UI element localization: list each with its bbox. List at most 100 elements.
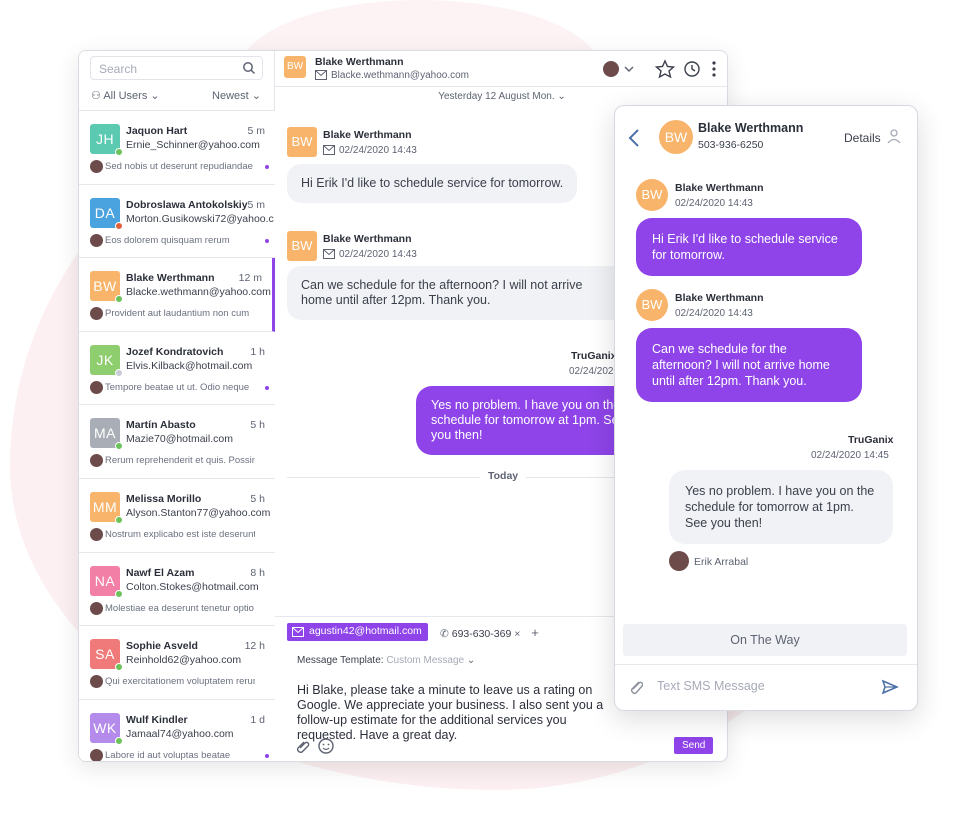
contact-email: Reinhold62@yahoo.com xyxy=(126,654,242,667)
avatar: JH xyxy=(90,124,123,156)
contact-time: 5 m xyxy=(247,125,265,137)
template-label: Message Template: xyxy=(297,655,384,666)
send-button[interactable]: Send xyxy=(674,737,714,754)
contact-list-item[interactable]: JK Jozef Kondratovich 1 h Elvis.Kilback@hot… xyxy=(79,331,275,406)
agent-mini-avatar xyxy=(90,454,103,468)
back-arrow-icon[interactable] xyxy=(627,128,641,148)
quick-reply-button[interactable]: On The Way xyxy=(623,624,907,656)
chevron-down-icon: ⌄ xyxy=(466,655,476,666)
avatar: JK xyxy=(90,344,123,377)
unread-indicator xyxy=(265,165,269,169)
details-link[interactable]: Details xyxy=(844,131,881,145)
agent-mini-avatar xyxy=(90,675,103,689)
contact-list-item[interactable]: MA Martín Abasto 5 h Mazie70@hotmail.com Rer… xyxy=(79,405,275,479)
status-indicator xyxy=(115,589,123,598)
contact-sidebar: Search ⚇ All Users ⌄ Newest ⌄ JH Jaquon H… xyxy=(79,51,275,761)
users-filter-dropdown[interactable]: ⚇ All Users ⌄ xyxy=(91,89,160,102)
contact-email: Elvis.Kilback@hotmail.com xyxy=(126,359,253,372)
message-time: 02/24/2020 14:43 xyxy=(339,249,417,260)
search-placeholder: Search xyxy=(99,62,138,76)
message-bubble: Can we schedule for the afternoon? I wil… xyxy=(636,328,862,402)
template-value: Custom Message xyxy=(386,655,465,666)
attachment-icon[interactable] xyxy=(297,741,310,753)
date-divider[interactable]: Yesterday 12 August Mon. ⌄ xyxy=(275,91,727,102)
avatar: BW xyxy=(287,231,317,261)
contact-list-item[interactable]: WK Wulf Kindler 1 d Jamaal74@yahoo.com Labor… xyxy=(79,699,275,761)
avatar: BW xyxy=(636,289,668,321)
contact-list-item[interactable]: BW Blake Werthmann 12 m Blacke.wethmann@yah… xyxy=(79,258,275,332)
agent-mini-avatar xyxy=(90,380,103,394)
date-divider-label: Yesterday 12 August Mon. xyxy=(438,91,555,102)
sms-input[interactable]: Text SMS Message xyxy=(657,679,765,693)
reply-time: 02/24/2020 xyxy=(569,366,620,377)
divider xyxy=(615,664,917,665)
reply-time: 02/24/2020 14:45 xyxy=(811,450,889,461)
contact-name: Nawf El Azam xyxy=(126,566,195,579)
user-icon: ⚇ xyxy=(91,90,101,102)
sort-dropdown[interactable]: Newest ⌄ xyxy=(212,89,261,102)
message-sender: Blake Werthmann xyxy=(323,129,412,141)
agent-mini-avatar xyxy=(90,160,103,173)
mobile-sms-panel: BW Blake Werthmann 503-936-6250 Details … xyxy=(614,105,918,711)
agent-mini-avatar xyxy=(90,748,103,761)
email-recipient-chip[interactable]: agustin42@hotmail.com xyxy=(287,623,428,641)
avatar: MM xyxy=(90,491,123,524)
reply-sender: TruGanix xyxy=(848,434,894,446)
email-recipient: agustin42@hotmail.com xyxy=(309,625,422,637)
attachment-icon[interactable] xyxy=(627,678,643,696)
agent-avatar xyxy=(669,551,689,571)
mail-icon xyxy=(323,249,335,259)
star-icon[interactable] xyxy=(654,59,676,79)
conversation-header: BW Blake Werthmann Blacke.wethmann@yahoo… xyxy=(275,51,727,87)
message-sender: Blake Werthmann xyxy=(323,233,412,245)
unread-indicator xyxy=(265,753,269,758)
more-options-icon[interactable] xyxy=(712,61,716,77)
contact-name: Blake Werthmann xyxy=(315,56,404,68)
phone-recipient: 693-630-369 xyxy=(451,628,512,640)
contact-time: 5 m xyxy=(247,198,265,211)
contact-time: 1 d xyxy=(250,713,265,726)
stage: Search ⚇ All Users ⌄ Newest ⌄ JH Jaquon H… xyxy=(0,0,960,826)
contact-list-item[interactable]: DA Dobroslawa Antokolskiy 5 m Morton.Gusiko… xyxy=(79,184,275,259)
phone-icon: ✆ xyxy=(440,628,449,640)
avatar: DA xyxy=(90,197,123,230)
remove-recipient-icon[interactable]: × xyxy=(514,628,520,640)
contact-phone: 503-936-6250 xyxy=(698,139,764,151)
contact-email: Jamaal74@yahoo.com xyxy=(126,727,234,740)
reply-bubble: Yes no problem. I have you on the schedu… xyxy=(416,386,646,455)
contact-email: Alyson.Stanton77@yahoo.com xyxy=(126,506,271,519)
message-bubble: Hi Erik I'd like to schedule service for… xyxy=(636,218,862,276)
clock-icon[interactable] xyxy=(684,61,700,77)
chevron-down-icon: ⌄ xyxy=(554,91,566,102)
emoji-icon[interactable] xyxy=(318,738,334,754)
contact-list: JH Jaquon Hart 5 m Ernie_Schinner@yahoo.com… xyxy=(79,110,275,761)
compose-text-area[interactable]: Hi Blake, please take a minute to leave … xyxy=(297,683,627,743)
contact-time: 12 m xyxy=(238,272,262,285)
contact-name: Melissa Morillo xyxy=(126,492,202,505)
message-sender: Blake Werthmann xyxy=(675,182,764,194)
agent-name: Erik Arrabal xyxy=(694,556,749,568)
status-indicator xyxy=(115,221,123,230)
add-recipient-icon[interactable]: + xyxy=(531,625,539,640)
contact-time: 1 h xyxy=(250,345,265,358)
search-icon[interactable] xyxy=(242,61,256,75)
message-preview: Rerum reprehenderit et quis. Possimus xyxy=(105,455,255,467)
message-preview: Nostrum explicabo est iste deserunt xyxy=(105,528,255,540)
contact-name: Sophie Asveld xyxy=(126,640,198,653)
contact-list-item[interactable]: MM Melissa Morillo 5 h Alyson.Stanton77@yah… xyxy=(79,478,275,553)
contact-list-item[interactable]: NA Nawf El Azam 8 h Colton.Stokes@hotmail.c… xyxy=(79,552,275,627)
assignee-avatar[interactable] xyxy=(603,61,634,77)
contact-list-item[interactable]: JH Jaquon Hart 5 m Ernie_Schinner@yahoo.com… xyxy=(79,111,275,185)
contact-list-item[interactable]: SA Sophie Asveld 12 h Reinhold62@yahoo.com Q… xyxy=(79,626,275,700)
contact-name: Wulf Kindler xyxy=(126,713,188,726)
search-input[interactable]: Search xyxy=(90,56,263,80)
message-preview: Sed nobis ut deserunt repudiandae xyxy=(105,161,253,172)
phone-recipient-chip[interactable]: ✆ 693-630-369 × + xyxy=(440,625,539,640)
contact-time: 8 h xyxy=(250,566,265,579)
message-template-select[interactable]: Message Template: Custom Message ⌄ xyxy=(297,655,475,666)
message-preview: Provident aut laudantium non cum xyxy=(105,308,250,320)
contact-name: Blake Werthmann xyxy=(698,121,804,135)
send-icon[interactable] xyxy=(881,678,899,696)
agent-mini-avatar xyxy=(90,601,103,615)
user-details-icon[interactable] xyxy=(887,128,901,144)
